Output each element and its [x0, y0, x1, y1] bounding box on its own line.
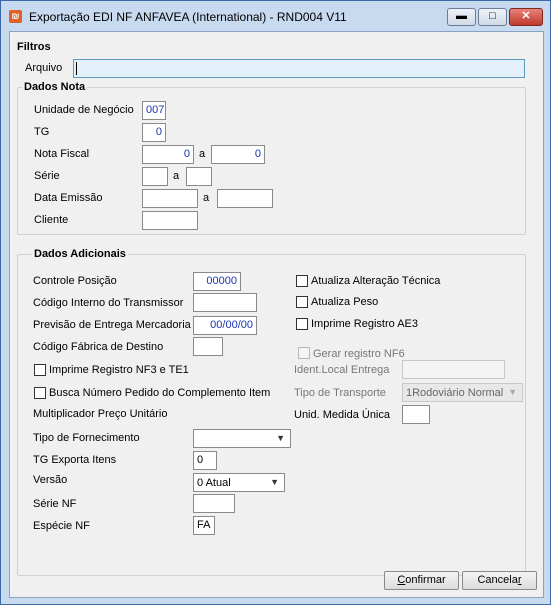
multiplicador-label: Multiplicador Preço Unitário — [33, 408, 168, 420]
especie-nf-label: Espécie NF — [33, 520, 90, 532]
codigo-transmissor-label: Código Interno do Transmissor — [33, 297, 184, 309]
data-emissao-separator: a — [203, 192, 210, 204]
busca-pedido-label: Busca Número Pedido do Complemento Item — [49, 387, 271, 399]
atualiza-peso-label: Atualiza Peso — [311, 296, 379, 308]
cliente-label: Cliente — [34, 214, 69, 226]
versao-select[interactable]: 0 Atual ▼ — [193, 473, 285, 492]
gerar-nf6-label: Gerar registro NF6 — [313, 348, 405, 360]
versao-value: 0 Atual — [197, 477, 231, 489]
codigo-transmissor-input[interactable] — [193, 293, 257, 312]
arquivo-input[interactable] — [73, 59, 525, 78]
dados-nota-title: Dados Nota — [22, 81, 88, 93]
data-emissao-label: Data Emissão — [34, 192, 103, 204]
cliente-input[interactable] — [142, 211, 198, 230]
filtros-title: Filtros — [17, 41, 51, 53]
versao-label: Versão — [33, 474, 68, 486]
main-window: ₪ Exportação EDI NF ANFAVEA (Internation… — [0, 0, 551, 605]
imprime-nf3-label: Imprime Registro NF3 e TE1 — [49, 364, 189, 376]
serie-to-input[interactable] — [186, 167, 212, 186]
serie-label: Série — [34, 170, 60, 182]
unid-medida-input[interactable] — [402, 405, 430, 424]
tg-input[interactable]: 0 — [142, 123, 166, 142]
tg-label: TG — [34, 126, 50, 138]
app-icon: ₪ — [9, 10, 22, 23]
serie-nf-label: Série NF — [33, 498, 77, 510]
unidade-input[interactable]: 007 — [142, 101, 166, 120]
tipo-transporte-select[interactable]: 1Rodoviário Normal ▼ — [402, 383, 523, 402]
cancelar-button[interactable]: Cancelar — [462, 571, 537, 590]
controle-posicao-label: Controle Posição — [33, 275, 117, 287]
chevron-down-icon: ▼ — [276, 433, 285, 443]
tipo-fornecimento-label: Tipo de Fornecimento — [33, 432, 140, 444]
close-button[interactable]: ✕ — [509, 8, 543, 26]
cancelar-mnemonic: r — [517, 574, 522, 586]
ident-local-label: Ident.Local Entrega — [294, 364, 390, 376]
nota-fiscal-separator: a — [199, 148, 206, 160]
tg-exporta-input[interactable]: 0 — [193, 451, 217, 470]
minimize-button[interactable]: ▬ — [447, 8, 476, 26]
imprime-ae3-label: Imprime Registro AE3 — [311, 318, 418, 330]
imprime-nf3-checkbox[interactable] — [34, 364, 46, 376]
nota-fiscal-from-input[interactable]: 0 — [142, 145, 194, 164]
previsao-entrega-input[interactable]: 00/00/00 — [193, 316, 257, 335]
dados-adicionais-title: Dados Adicionais — [32, 248, 128, 260]
atualiza-alteracao-label: Atualiza Alteração Técnica — [311, 275, 441, 287]
gerar-nf6-checkbox[interactable] — [298, 347, 310, 359]
codigo-fabrica-label: Código Fábrica de Destino — [33, 341, 164, 353]
confirmar-button[interactable]: Confirmar — [384, 571, 459, 590]
busca-pedido-checkbox[interactable] — [34, 387, 46, 399]
tipo-transporte-label: Tipo de Transporte — [294, 387, 386, 399]
serie-nf-input[interactable] — [193, 494, 235, 513]
title-bar: ₪ Exportação EDI NF ANFAVEA (Internation… — [1, 1, 550, 31]
dialog-body: Filtros Arquivo Dados Nota Unidade de Ne… — [9, 31, 544, 598]
tg-exporta-label: TG Exporta Itens — [33, 454, 117, 466]
codigo-fabrica-input[interactable] — [193, 337, 223, 356]
tipo-transporte-value: 1Rodoviário Normal — [406, 387, 504, 399]
serie-from-input[interactable] — [142, 167, 168, 186]
window-title: Exportação EDI NF ANFAVEA (International… — [29, 10, 347, 24]
arquivo-label: Arquivo — [25, 62, 63, 74]
imprime-ae3-checkbox[interactable] — [296, 318, 308, 330]
nota-fiscal-to-input[interactable]: 0 — [211, 145, 265, 164]
maximize-button[interactable]: □ — [478, 8, 507, 26]
nota-fiscal-label: Nota Fiscal — [34, 148, 90, 160]
data-emissao-from-input[interactable] — [142, 189, 198, 208]
text-caret — [76, 62, 77, 75]
chevron-down-icon: ▼ — [270, 477, 279, 487]
tipo-fornecimento-select[interactable]: ▼ — [193, 429, 291, 448]
unid-medida-label: Unid. Medida Única — [294, 409, 390, 421]
serie-separator: a — [173, 170, 180, 182]
previsao-entrega-label: Previsão de Entrega Mercadoria — [33, 319, 191, 331]
atualiza-alteracao-checkbox[interactable] — [296, 275, 308, 287]
controle-posicao-input[interactable]: 00000 — [193, 272, 241, 291]
cancelar-label-pre: Cancela — [477, 574, 518, 586]
especie-nf-input[interactable]: FA — [193, 516, 215, 535]
data-emissao-to-input[interactable] — [217, 189, 273, 208]
ident-local-input[interactable] — [402, 360, 505, 379]
atualiza-peso-checkbox[interactable] — [296, 296, 308, 308]
unidade-label: Unidade de Negócio — [34, 104, 134, 116]
confirmar-label-post: onfirmar — [405, 574, 446, 586]
chevron-down-icon: ▼ — [508, 387, 517, 397]
